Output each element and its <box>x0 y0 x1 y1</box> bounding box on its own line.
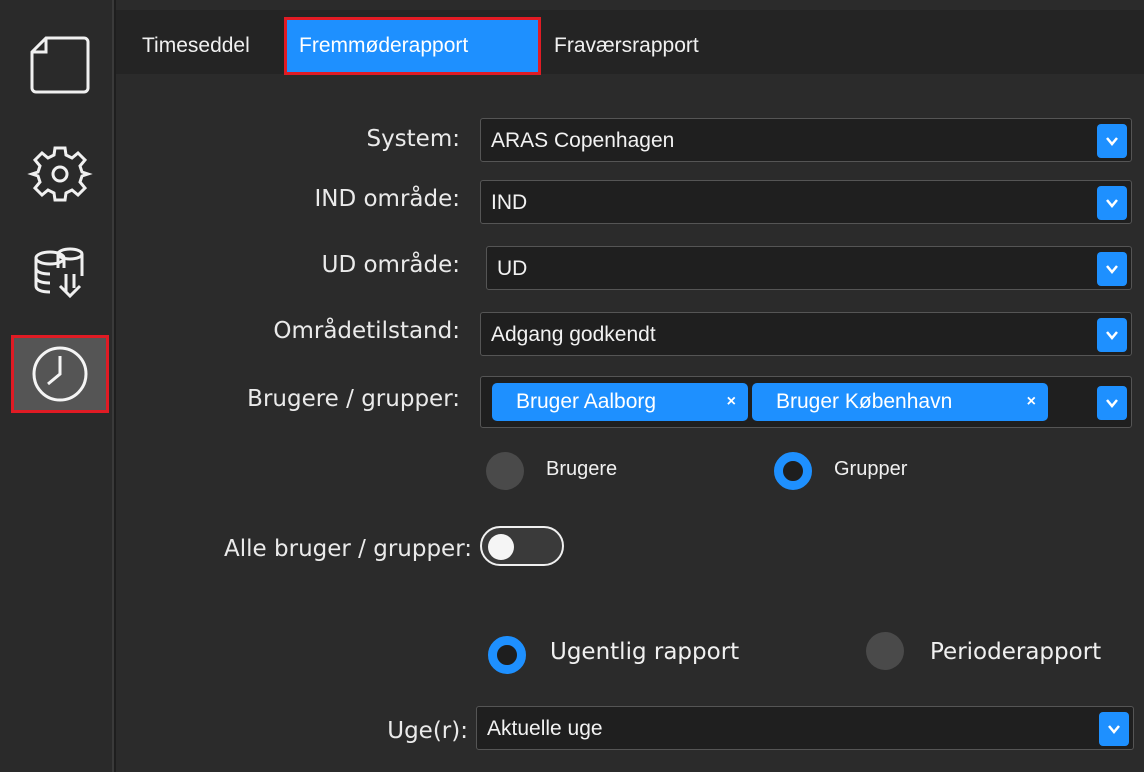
radio-grupper-label: Grupper <box>834 458 908 480</box>
weeks-select[interactable]: Aktuelle uge <box>476 706 1134 750</box>
weeks-value: Aktuelle uge <box>487 717 603 740</box>
ind-area-label: IND område: <box>314 186 460 212</box>
users-groups-multiselect[interactable]: Bruger Aalborg × Bruger København × <box>480 376 1132 428</box>
tab-timeseddel[interactable]: Timeseddel <box>130 20 262 72</box>
area-state-label: Områdetilstand: <box>273 318 460 344</box>
system-value: ARAS Copenhagen <box>491 129 675 152</box>
chevron-down-icon[interactable] <box>1099 712 1129 746</box>
system-label: System: <box>366 126 460 152</box>
chip-label: Bruger Aalborg <box>516 390 657 413</box>
sidebar-item-document[interactable] <box>14 28 106 100</box>
ind-area-value: IND <box>491 191 528 214</box>
ind-area-select[interactable]: IND <box>480 180 1132 224</box>
chevron-down-icon[interactable] <box>1097 252 1127 286</box>
clock-icon <box>32 346 88 402</box>
radio-grupper[interactable] <box>774 452 812 490</box>
radio-period-report-label: Perioderapport <box>930 639 1102 665</box>
database-download-icon <box>34 247 84 299</box>
radio-period-report[interactable] <box>866 632 904 670</box>
radio-brugere[interactable] <box>486 452 524 490</box>
toggle-knob <box>488 534 514 560</box>
radio-weekly-report[interactable] <box>488 636 526 674</box>
chevron-down-icon[interactable] <box>1097 386 1127 420</box>
close-icon[interactable]: × <box>1027 383 1036 421</box>
gear-icon <box>27 146 93 202</box>
chip-label: Bruger København <box>776 390 953 413</box>
chip-user-kobenhavn[interactable]: Bruger København × <box>752 383 1048 421</box>
chip-user-aalborg[interactable]: Bruger Aalborg × <box>492 383 748 421</box>
chevron-down-icon[interactable] <box>1097 318 1127 352</box>
sidebar-item-database-import[interactable] <box>14 236 106 308</box>
main-panel: Timeseddel Fremmøderapport Fraværsrappor… <box>116 0 1144 772</box>
area-state-select[interactable]: Adgang godkendt <box>480 312 1132 356</box>
tab-fremmoderapport[interactable]: Fremmøderapport <box>284 17 541 75</box>
chevron-down-icon[interactable] <box>1097 186 1127 220</box>
radio-weekly-report-label: Ugentlig rapport <box>550 639 740 665</box>
sidebar <box>0 0 114 772</box>
close-icon[interactable]: × <box>727 383 736 421</box>
sidebar-item-settings[interactable] <box>14 138 106 210</box>
area-state-value: Adgang godkendt <box>491 323 656 346</box>
radio-brugere-label: Brugere <box>546 458 618 480</box>
sidebar-item-reports[interactable] <box>11 335 109 413</box>
chevron-down-icon[interactable] <box>1097 124 1127 158</box>
document-icon <box>30 36 90 94</box>
users-groups-label: Brugere / grupper: <box>247 386 460 412</box>
ud-area-value: UD <box>497 257 528 280</box>
ud-area-select[interactable]: UD <box>486 246 1132 290</box>
tab-bar: Timeseddel Fremmøderapport Fraværsrappor… <box>116 10 1144 75</box>
tab-fravaersrapport[interactable]: Fraværsrapport <box>542 20 711 72</box>
all-users-groups-toggle[interactable] <box>480 526 564 566</box>
all-users-groups-label: Alle bruger / grupper: <box>224 536 472 562</box>
weeks-label: Uge(r): <box>387 718 468 744</box>
system-select[interactable]: ARAS Copenhagen <box>480 118 1132 162</box>
ud-area-label: UD område: <box>321 252 460 278</box>
